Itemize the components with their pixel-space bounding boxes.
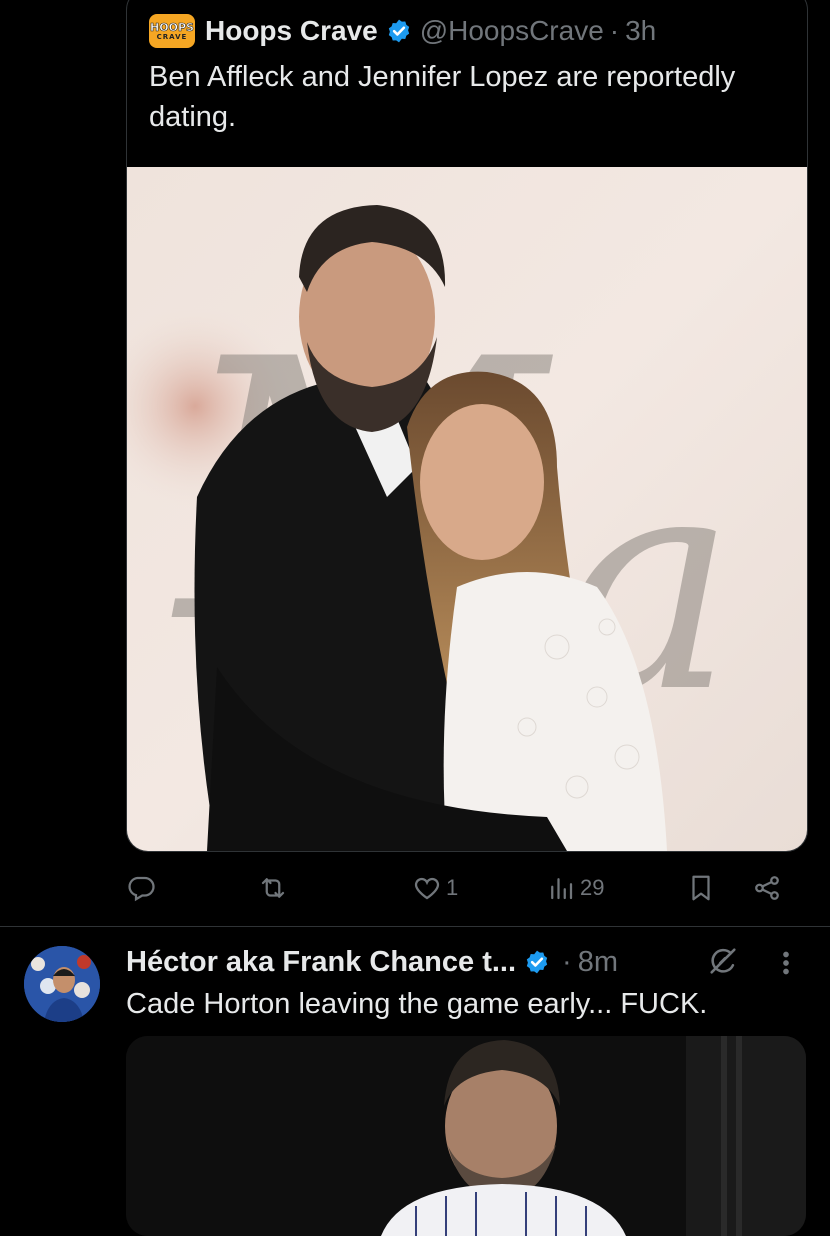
tweet-divider — [0, 926, 830, 927]
separator-dot: · — [609, 15, 620, 46]
quoted-tweet-text: Ben Affleck and Jennifer Lopez are repor… — [149, 61, 736, 133]
bookmark-icon — [692, 875, 710, 901]
hoops-crave-avatar[interactable]: HOOPS CRAVE — [149, 14, 195, 48]
verified-badge-icon — [526, 950, 548, 974]
avatar-logo-text-bottom: CRAVE — [156, 32, 188, 41]
tweet2-header: Héctor aka Frank Chance t... · 8m — [126, 942, 618, 982]
views-icon — [551, 878, 573, 900]
quoted-author-handle[interactable]: @HoopsCrave — [420, 15, 604, 47]
avatar-logo-text-top: HOOPS — [150, 20, 195, 34]
reply-button[interactable] — [126, 862, 160, 914]
quoted-tweet-card[interactable]: HOOPS CRAVE Hoops Crave @HoopsCrave · 3h… — [126, 0, 808, 852]
like-button[interactable]: 1 — [412, 862, 458, 914]
like-icon — [414, 877, 440, 900]
share-icon — [755, 876, 779, 900]
more-options-icon[interactable] — [774, 946, 798, 980]
tweet2-photo[interactable] — [126, 1036, 806, 1236]
photo-man-eyes-closed-icon — [126, 1036, 806, 1236]
views-count: 29 — [580, 875, 605, 900]
tweet-action-bar: 1 29 — [0, 862, 830, 914]
tweet2-author-name[interactable]: Héctor aka Frank Chance t... — [126, 946, 516, 979]
avatar-photo-icon — [24, 946, 100, 1022]
tweet2-text: Cade Horton leaving the game early... FU… — [126, 988, 708, 1020]
views-button[interactable]: 29 — [546, 862, 604, 914]
like-count: 1 — [446, 875, 459, 900]
quoted-tweet-time[interactable]: 3h — [625, 15, 656, 47]
reply-icon — [128, 876, 155, 902]
photo-couple-embrace-icon: M a — [127, 167, 807, 851]
quoted-tweet-header: HOOPS CRAVE Hoops Crave @HoopsCrave · 3h — [149, 13, 656, 49]
quoted-author-name[interactable]: Hoops Crave — [205, 15, 378, 47]
retweet-button[interactable] — [258, 862, 292, 914]
verified-badge-icon — [388, 19, 409, 43]
tweet2-time[interactable]: 8m — [578, 946, 618, 979]
separator-dot: · — [562, 945, 572, 978]
quoted-tweet-photo[interactable]: M a — [127, 167, 807, 851]
grok-icon[interactable] — [706, 944, 740, 978]
hector-avatar[interactable] — [24, 946, 100, 1022]
bookmark-button[interactable] — [686, 862, 716, 914]
share-button[interactable] — [752, 862, 782, 914]
retweet-icon — [261, 878, 285, 898]
